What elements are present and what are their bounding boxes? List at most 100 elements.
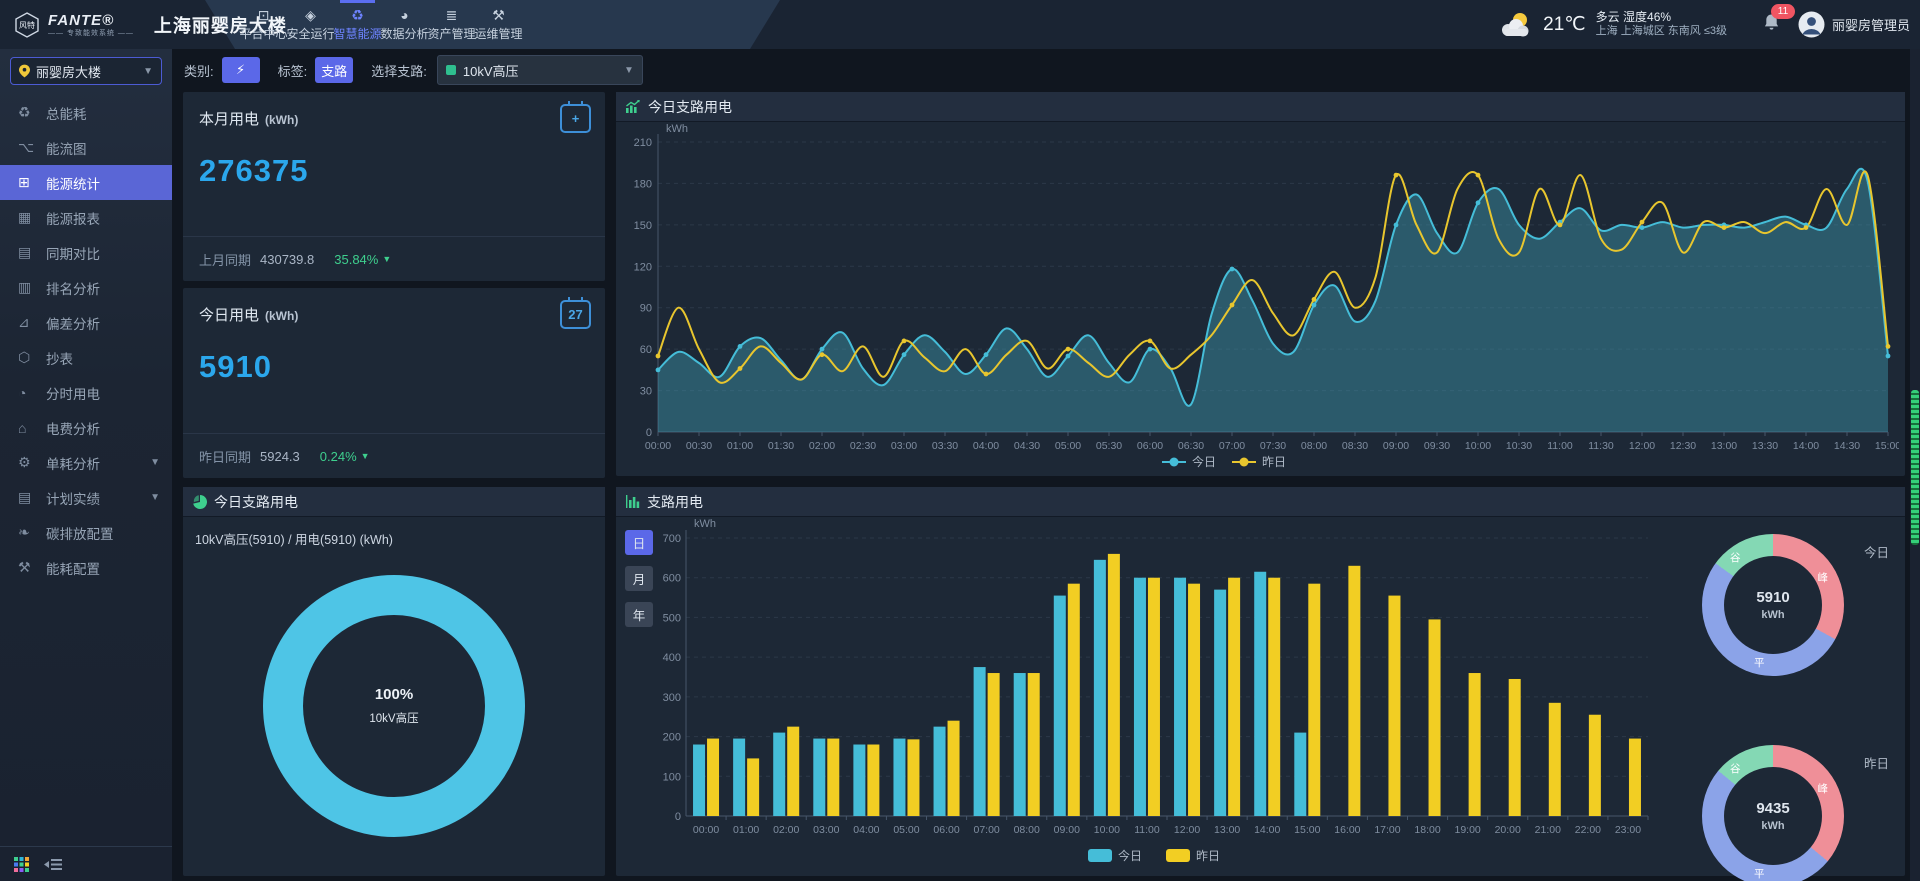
bar-today-05:00 (893, 739, 905, 816)
user-menu[interactable]: 丽婴房管理员 (1798, 11, 1910, 38)
platform-icon: ⊡ (258, 7, 270, 23)
sidebar-item-label: 总能耗 (46, 103, 87, 123)
svg-text:22:00: 22:00 (1575, 824, 1601, 836)
svg-text:09:00: 09:00 (1054, 824, 1080, 836)
nav-item-数据分析[interactable]: ◕数据分析 (381, 0, 428, 49)
trend-down-icon: ▼ (361, 451, 370, 461)
scrollbar-thumb[interactable] (1911, 390, 1919, 545)
sidebar-item-分时用电[interactable]: ◔分时用电 (0, 375, 172, 410)
svg-text:60: 60 (640, 344, 652, 356)
legend-item-昨日[interactable]: 昨日 (1166, 849, 1220, 863)
svg-text:02:30: 02:30 (850, 440, 876, 452)
weather-condition: 多云 (1596, 10, 1620, 24)
donut-value: 9435 (1756, 800, 1789, 817)
svg-text:08:00: 08:00 (1301, 440, 1327, 452)
sidebar-item-偏差分析[interactable]: ⊿偏差分析 (0, 305, 172, 340)
sidebar-item-碳排放配置[interactable]: ❧碳排放配置 (0, 515, 172, 550)
donut-subtitle: 10kV高压(5910) / 用电(5910) (kWh) (195, 529, 605, 548)
svg-text:19:00: 19:00 (1454, 824, 1480, 836)
svg-text:01:00: 01:00 (727, 440, 753, 452)
apps-grid-icon[interactable] (14, 857, 29, 872)
legend-item-昨日[interactable]: 昨日 (1232, 455, 1286, 469)
weather-detail: 上海 上海城区 东南风 ≤3级 (1596, 25, 1727, 39)
notifications-bell[interactable]: 11 (1763, 13, 1780, 37)
legend-item-今日[interactable]: 今日 (1162, 454, 1216, 469)
bar-today-12:00 (1174, 578, 1186, 816)
svg-text:0: 0 (675, 811, 681, 823)
pie-chart-icon (193, 495, 207, 509)
chevron-down-icon: ▼ (624, 65, 634, 76)
bar-yesterday-07:00 (988, 673, 1000, 816)
svg-text:06:30: 06:30 (1178, 440, 1204, 452)
sidebar-item-能源报表[interactable]: ▦能源报表 (0, 200, 172, 235)
segment-label-平: 平 (1754, 655, 1765, 670)
calendar-add-icon[interactable]: + (560, 104, 591, 133)
segment-label-峰: 峰 (1818, 781, 1829, 796)
weather-humidity: 湿度46% (1623, 10, 1671, 24)
bar-card-title: 支路用电 (647, 492, 703, 512)
tag-branch-button[interactable]: 支路 (315, 57, 353, 83)
sidebar-item-能源统计[interactable]: ⊞能源统计 (0, 165, 172, 200)
category-electric-button[interactable]: ⚡ (222, 57, 260, 83)
sidebar-item-抄表[interactable]: ⬡抄表 (0, 340, 172, 375)
svg-text:05:30: 05:30 (1096, 440, 1122, 452)
svg-text:02:00: 02:00 (809, 440, 835, 452)
svg-text:18:00: 18:00 (1414, 824, 1440, 836)
bar-yesterday-14:00 (1268, 578, 1280, 816)
scrollbar-track[interactable] (1910, 49, 1920, 881)
bar-yesterday-08:00 (1028, 673, 1040, 816)
month-usage-card: 本月用电 (kWh) + 276375 上月同期 430739.8 35.84%… (183, 92, 605, 281)
collapse-menu-icon[interactable] (43, 857, 63, 872)
line-chart: 0306090120150180210kWh00:0000:3001:0001:… (622, 121, 1899, 473)
donut-period-label: 今日 (1864, 542, 1889, 561)
donut-unit: kWh (1761, 609, 1784, 621)
calendar-compare-icon: ▤ (18, 244, 40, 261)
bar-today-10:00 (1094, 560, 1106, 816)
bar-yesterday-22:00 (1589, 715, 1601, 816)
svg-text:0: 0 (646, 427, 652, 439)
bar-today-08:00 (1014, 673, 1026, 816)
branch-selector[interactable]: 10kV高压 ▼ (437, 55, 643, 85)
nav-item-安全运行[interactable]: ◈安全运行 (287, 0, 334, 49)
tag-label: 标签: (278, 61, 308, 80)
svg-text:08:30: 08:30 (1342, 440, 1368, 452)
sidebar-item-label: 计划实绩 (46, 488, 100, 508)
sidebar-item-能流图[interactable]: ⌥能流图 (0, 130, 172, 165)
calendar-day-icon[interactable]: 27 (560, 300, 591, 329)
nav-item-资产管理[interactable]: ≣资产管理 (428, 0, 475, 49)
today-branch-line-card: 今日支路用电 0306090120150180210kWh00:0000:300… (616, 92, 1905, 476)
svg-text:120: 120 (634, 261, 652, 273)
bar-today-14:00 (1254, 572, 1266, 816)
legend-item-今日[interactable]: 今日 (1088, 848, 1142, 863)
svg-text:04:00: 04:00 (853, 824, 879, 836)
svg-text:14:00: 14:00 (1793, 440, 1819, 452)
svg-text:02:00: 02:00 (773, 824, 799, 836)
sidebar-item-排名分析[interactable]: ▥排名分析 (0, 270, 172, 305)
donut-card-title: 今日支路用电 (214, 492, 298, 512)
logo-hexagon-icon: 风特 (14, 12, 40, 38)
sidebar-item-电费分析[interactable]: ⌂电费分析 (0, 410, 172, 445)
sidebar-item-计划实绩[interactable]: ▤计划实绩▼ (0, 480, 172, 515)
sidebar-item-label: 能流图 (46, 138, 87, 158)
building-selector[interactable]: 丽婴房大楼 ▼ (10, 57, 162, 85)
temperature: 21℃ (1543, 13, 1585, 36)
svg-text:12:00: 12:00 (1174, 824, 1200, 836)
bar-today-15:00 (1294, 733, 1306, 816)
sidebar-item-能耗配置[interactable]: ⚒能耗配置 (0, 550, 172, 585)
bar-today-09:00 (1054, 596, 1066, 816)
bar-yesterday-02:00 (787, 727, 799, 816)
svg-text:11:00: 11:00 (1547, 440, 1573, 452)
sidebar-item-单耗分析[interactable]: ⚙单耗分析▼ (0, 445, 172, 480)
period-toggles: 日月年 (616, 516, 648, 876)
sidebar-item-label: 抄表 (46, 348, 73, 368)
nav-item-智慧能源[interactable]: ♻智慧能源 (334, 0, 381, 49)
svg-text:昨日: 昨日 (1196, 849, 1220, 863)
sidebar-item-总能耗[interactable]: ♻总能耗 (0, 95, 172, 130)
svg-text:kWh: kWh (666, 123, 688, 135)
bar-yesterday-17:00 (1388, 596, 1400, 816)
nav-item-平台中心[interactable]: ⊡平台中心 (240, 0, 287, 49)
leaf-icon: ❧ (18, 524, 40, 541)
nav-item-运维管理[interactable]: ⚒运维管理 (475, 0, 522, 49)
sidebar-item-同期对比[interactable]: ▤同期对比 (0, 235, 172, 270)
bar-yesterday-05:00 (907, 739, 919, 816)
